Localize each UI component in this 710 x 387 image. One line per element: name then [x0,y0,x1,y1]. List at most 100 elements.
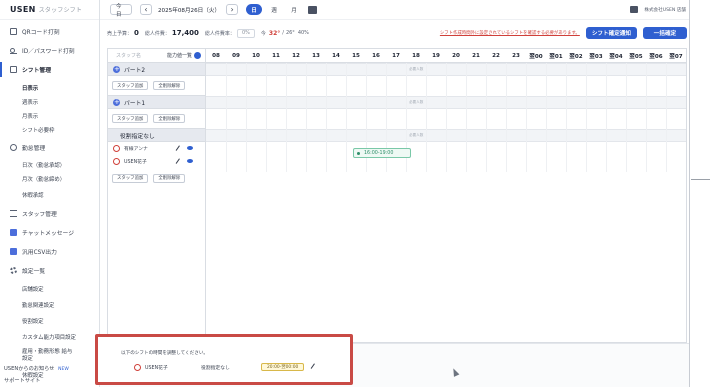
sales-budget-value: 0 [134,29,139,37]
shift-block[interactable]: 16:00-19:00 [353,148,411,158]
group-actions: スタッフ追加 全削除解除 [108,168,205,188]
topbar-right: 株式会社USEN 店舗 [630,6,686,13]
group-header-no-role: 役割指定なし [108,129,205,142]
hour-gridline [246,63,247,172]
sidebar-subitem-store[interactable]: 店舗設定 [0,282,99,296]
view-icon[interactable] [187,145,193,150]
labor-ratio-label: 総人件費率： [204,30,235,37]
sidebar: USEN スタッフシフト QRコード打刻 ID／パスワード打刻 シフト管理 日表… [0,0,100,387]
add-staff-button[interactable]: スタッフ追加 [112,114,149,123]
hour-gridline [626,63,627,172]
hour-gridline [666,63,667,172]
sidebar-news-link[interactable]: USENからのお知らせ NEW [0,365,100,372]
bulk-delete-button[interactable]: 全削除解除 [153,81,186,90]
hour-gridline [486,63,487,172]
hour-gridline [306,63,307,172]
add-icon[interactable] [113,97,120,107]
staff-column-header: スタッフ名 能力値一覧 [108,49,205,63]
add-staff-button[interactable]: スタッフ追加 [112,173,149,183]
hour-gridline [226,63,227,172]
sidebar-subitem-leave[interactable]: 休暇承認 [0,188,99,202]
sidebar-subitem-required[interactable]: シフト必要枠 [0,123,99,137]
hour-label: 18 [412,52,420,59]
group-header-part1[interactable]: パート1 [108,96,205,109]
hour-label: 09 [232,52,240,59]
user-account-label[interactable]: 株式会社USEN 店舗 [644,7,686,13]
sidebar-item-label: シフト管理 [22,68,51,74]
calendar-icon [10,66,17,73]
staff-name: USEN花子 [124,160,147,165]
sidebar-subitem-month[interactable]: 月表示 [0,109,99,123]
hour-gridline [266,63,267,172]
sidebar-subitem-week[interactable]: 週表示 [0,95,99,109]
shift-notify-button[interactable]: シフト確定通知 [585,27,637,39]
skill-filter[interactable]: 能力値一覧 [167,52,201,59]
hour-gridline [606,63,607,172]
sidebar-support-link[interactable]: サポートサイト [0,377,100,384]
add-icon[interactable] [113,64,120,74]
hour-label: 08 [212,52,220,59]
bulk-confirm-button[interactable]: 一括確定 [643,27,687,39]
adjust-shift-row: USEN花子 役割指定なし 20:00-翌00:00 [134,363,318,371]
temp-high: 32° [268,29,281,37]
weather-label: 今 [260,30,266,37]
edit-icon[interactable] [175,144,183,153]
hour-gridline [566,63,567,172]
sidebar-subitem-day[interactable]: 日表示 [0,81,99,95]
temp-low: 26° [285,30,295,36]
view-day-button[interactable]: 日 [246,4,263,15]
sidebar-subitem-attendance-settings[interactable]: 勤怠関連設定 [0,298,99,312]
sidebar-item-csv[interactable]: 汎用CSV出力 [0,244,99,259]
view-week-button[interactable]: 週 [266,4,282,15]
chevron-right-icon[interactable]: › [226,4,239,15]
sidebar-item-chat[interactable]: チャットメッセージ [0,225,99,240]
hours-body: 必要人数 必要人数 必要人数 16:00-19:00 [206,63,686,343]
sidebar-subitem-monthly[interactable]: 月次（勤怠締め） [0,172,99,186]
hour-label: 21 [472,52,480,59]
hour-gridline [526,63,527,172]
bulk-delete-button[interactable]: 全削除解除 [153,114,186,123]
add-staff-button[interactable]: スタッフ追加 [112,81,149,90]
clock-icon [10,144,17,151]
help-icon[interactable] [194,52,201,59]
sidebar-item-shift[interactable]: シフト管理 [0,62,99,77]
adjust-time-input[interactable]: 20:00-翌00:00 [261,363,305,371]
hour-label: 翌01 [549,53,563,60]
gear-icon [10,267,17,274]
shift-dot [357,151,360,155]
hour-gridline [326,63,327,172]
sidebar-item-qr[interactable]: QRコード打刻 [0,24,99,39]
edit-icon[interactable] [175,157,183,166]
sidebar-item-settings[interactable]: 設定一覧 [0,263,99,278]
sidebar-subitem-daily[interactable]: 日次（勤怠承認） [0,158,99,172]
bulk-delete-button[interactable]: 全削除解除 [153,173,186,183]
view-icon[interactable] [187,158,193,163]
sidebar-item-password[interactable]: ID／パスワード打刻 [0,43,99,58]
sidebar-item-label: チャットメッセージ [22,231,74,237]
warning-link[interactable]: シフト作成時間外に設定されているシフトを確認する必要があります。 [440,30,580,36]
staff-search-input[interactable]: スタッフ名 [116,52,141,59]
hour-label: 11 [272,52,280,59]
sidebar-item-staff[interactable]: スタッフ管理 [0,206,99,221]
group-header-part2[interactable]: パート2 [108,63,205,76]
view-month-button[interactable]: 月 [286,4,302,15]
brand-logo[interactable]: USEN スタッフシフト [0,0,99,20]
calendar-icon[interactable] [308,5,318,14]
sidebar-item-attendance[interactable]: 勤怠管理 [0,140,99,155]
sidebar-subitem-custom-skills[interactable]: カスタム能力項目設定 [0,330,99,344]
hour-gridline [446,63,447,172]
sidebar-item-label: 汎用CSV出力 [22,250,57,256]
hour-label: 翌06 [649,53,663,60]
sidebar-subitem-employment[interactable]: 雇用・勤務形態 給与設定 [0,346,74,366]
chat-icon[interactable] [630,6,639,13]
new-badge: NEW [58,367,69,372]
chevron-left-icon[interactable]: ‹ [140,4,152,15]
need-label: 必要人数 [409,67,424,71]
today-button[interactable]: 今日 [110,4,132,18]
sales-budget-label: 売上予算： [107,30,133,37]
staff-row[interactable]: 有線アンナ [108,142,205,155]
sidebar-item-label: スタッフ管理 [22,212,57,218]
staff-row[interactable]: USEN花子 [108,155,205,168]
sidebar-subitem-roles[interactable]: 役割設定 [0,314,99,328]
adjust-role: 役割指定なし [201,365,230,371]
